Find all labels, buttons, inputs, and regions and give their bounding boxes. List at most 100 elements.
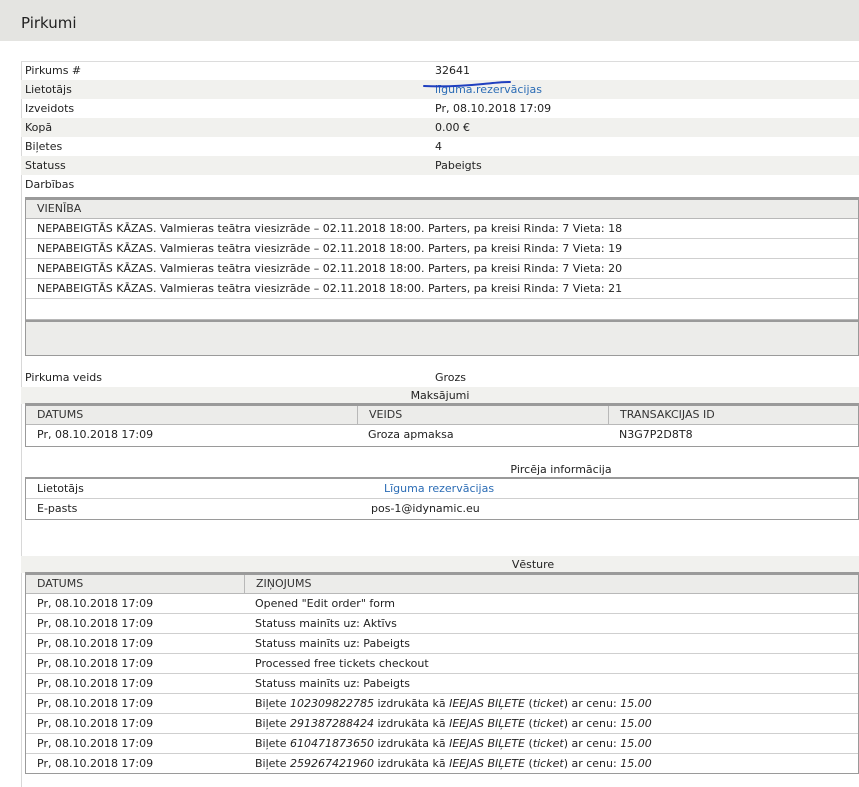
item-description: NEPABEIGTĀS KĀZAS. Valmieras teātra vies… <box>37 282 623 295</box>
ticket-sub-close: ) ar cenu: <box>563 757 621 770</box>
ticket-price: 15.00 <box>620 737 652 750</box>
column-header-message[interactable]: ZIŅOJUMS <box>244 575 859 594</box>
history-row: Pr, 08.10.2018 17:09 Statuss mainīts uz:… <box>26 674 858 694</box>
history-date: Pr, 08.10.2018 17:09 <box>37 637 154 650</box>
ticket-price: 15.00 <box>620 717 652 730</box>
payment-date: Pr, 08.10.2018 17:09 <box>37 428 154 441</box>
ticket-subtype: ticket <box>532 717 564 730</box>
ticket-mid: izdrukāta kā <box>374 717 450 730</box>
ticket-prefix: Biļete <box>255 737 291 750</box>
column-header-date[interactable]: DATUMS <box>26 406 357 425</box>
ticket-subtype: ticket <box>532 737 564 750</box>
history-message: Statuss mainīts uz: Aktīvs <box>255 617 397 630</box>
history-ticket-message: Biļete 259267421960 izdrukāta kā IEEJAS … <box>244 754 652 773</box>
order-actions-label: Darbības <box>25 178 75 191</box>
ticket-category: IEEJAS BIĻETE <box>449 697 526 710</box>
buyer-user-link[interactable]: Līguma rezervācijas <box>373 479 494 498</box>
history-row: Pr, 08.10.2018 17:09 Opened "Edit order"… <box>26 594 858 614</box>
ticket-category: IEEJAS BIĻETE <box>449 717 526 730</box>
payments-grid-header: DATUMS VEIDS TRANSAKCIJAS ID <box>26 404 858 425</box>
item-row: NEPABEIGTĀS KĀZAS. Valmieras teātra vies… <box>26 219 858 239</box>
order-total-label: Kopā <box>25 121 53 134</box>
buyer-email-label: E-pasts <box>37 502 78 515</box>
ticket-mid: izdrukāta kā <box>374 697 450 710</box>
ticket-sub-close: ) ar cenu: <box>563 717 621 730</box>
history-ticket-row: Pr, 08.10.2018 17:09 Biļete 291387288424… <box>26 714 858 734</box>
history-date: Pr, 08.10.2018 17:09 <box>37 737 154 750</box>
buyer-info-title: Pircēja informācija <box>510 463 612 476</box>
ticket-prefix: Biļete <box>255 697 291 710</box>
payments-grid: DATUMS VEIDS TRANSAKCIJAS ID Pr, 08.10.2… <box>25 403 859 447</box>
history-ticket-message: Biļete 291387288424 izdrukāta kā IEEJAS … <box>244 714 652 733</box>
buyer-info-grid: Lietotājs Līguma rezervācijas E-pasts po… <box>25 477 859 520</box>
column-header-transaction-id[interactable]: TRANSAKCIJAS ID <box>608 406 859 425</box>
items-grid-header: VIENĪBA <box>26 198 858 219</box>
payments-title: Maksājumi <box>410 389 470 402</box>
ticket-subtype: ticket <box>532 757 564 770</box>
order-number-row: Pirkums # 32641 <box>21 61 859 80</box>
history-grid-header: DATUMS ZIŅOJUMS <box>26 573 858 594</box>
history-row: Pr, 08.10.2018 17:09 Statuss mainīts uz:… <box>26 634 858 654</box>
order-created-value: Pr, 08.10.2018 17:09 <box>435 102 552 115</box>
history-title: Vēsture <box>511 558 555 571</box>
column-header-date[interactable]: DATUMS <box>26 575 244 594</box>
order-user-link[interactable]: līguma.rezervācijas <box>435 83 542 96</box>
order-status-label: Statuss <box>25 159 66 172</box>
history-message: Opened "Edit order" form <box>255 597 396 610</box>
order-actions-row: Darbības <box>21 175 859 194</box>
history-message: Statuss mainīts uz: Pabeigts <box>255 637 411 650</box>
payment-type: Groza apmaksa <box>368 428 454 441</box>
payment-row: Pr, 08.10.2018 17:09 Groza apmaksa N3G7P… <box>26 425 858 445</box>
payment-transaction-id: N3G7P2D8T8 <box>619 428 693 441</box>
ticket-sub-open: ( <box>525 737 533 750</box>
history-message: Processed free tickets checkout <box>255 657 429 670</box>
page-header: Pirkumi <box>0 0 859 41</box>
ticket-sub-open: ( <box>525 717 533 730</box>
buyer-user-label: Lietotājs <box>37 482 84 495</box>
ticket-number: 102309822785 <box>290 697 374 710</box>
column-header-type[interactable]: VEIDS <box>357 406 608 425</box>
ticket-sub-close: ) ar cenu: <box>563 697 621 710</box>
purchase-type-value: Grozs <box>435 371 467 384</box>
order-number-value: 32641 <box>435 64 470 77</box>
history-ticket-row: Pr, 08.10.2018 17:09 Biļete 610471873650… <box>26 734 858 754</box>
order-created-label: Izveidots <box>25 102 75 115</box>
ticket-sub-open: ( <box>525 697 533 710</box>
ticket-subtype: ticket <box>532 697 564 710</box>
history-date: Pr, 08.10.2018 17:09 <box>37 657 154 670</box>
items-grid: VIENĪBA NEPABEIGTĀS KĀZAS. Valmieras teā… <box>25 197 859 356</box>
ticket-category: IEEJAS BIĻETE <box>449 757 526 770</box>
ticket-mid: izdrukāta kā <box>374 737 450 750</box>
item-row: NEPABEIGTĀS KĀZAS. Valmieras teātra vies… <box>26 279 858 299</box>
history-ticket-message: Biļete 610471873650 izdrukāta kā IEEJAS … <box>244 734 652 753</box>
ticket-number: 259267421960 <box>290 757 374 770</box>
history-date: Pr, 08.10.2018 17:09 <box>37 677 154 690</box>
page-title: Pirkumi <box>21 14 77 32</box>
items-grid-footer <box>26 320 858 355</box>
order-user-row: Lietotājs līguma.rezervācijas <box>21 80 859 99</box>
item-description: NEPABEIGTĀS KĀZAS. Valmieras teātra vies… <box>37 222 623 235</box>
item-row: NEPABEIGTĀS KĀZAS. Valmieras teātra vies… <box>26 239 858 259</box>
order-tickets-row: Biļetes 4 <box>21 137 859 156</box>
history-date: Pr, 08.10.2018 17:09 <box>37 717 154 730</box>
order-total-value: 0.00 € <box>435 121 470 134</box>
ticket-category: IEEJAS BIĻETE <box>449 737 526 750</box>
ticket-prefix: Biļete <box>255 717 291 730</box>
order-number-label: Pirkums # <box>25 64 82 77</box>
order-total-row: Kopā 0.00 € <box>21 118 859 137</box>
column-header-item[interactable]: VIENĪBA <box>26 200 81 219</box>
history-date: Pr, 08.10.2018 17:09 <box>37 597 154 610</box>
history-row: Pr, 08.10.2018 17:09 Statuss mainīts uz:… <box>26 614 858 634</box>
order-status-row: Statuss Pabeigts <box>21 156 859 175</box>
history-section-bar: Vēsture <box>21 556 859 573</box>
item-description: NEPABEIGTĀS KĀZAS. Valmieras teātra vies… <box>37 242 623 255</box>
history-ticket-row: Pr, 08.10.2018 17:09 Biļete 259267421960… <box>26 754 858 774</box>
history-ticket-row: Pr, 08.10.2018 17:09 Biļete 102309822785… <box>26 694 858 714</box>
history-date: Pr, 08.10.2018 17:09 <box>37 697 154 710</box>
purchase-type-row: Pirkuma veids Grozs <box>21 368 859 387</box>
ticket-price: 15.00 <box>620 757 652 770</box>
order-user-label: Lietotājs <box>25 83 72 96</box>
history-ticket-message: Biļete 102309822785 izdrukāta kā IEEJAS … <box>244 694 652 713</box>
history-date: Pr, 08.10.2018 17:09 <box>37 617 154 630</box>
item-row: NEPABEIGTĀS KĀZAS. Valmieras teātra vies… <box>26 259 858 279</box>
